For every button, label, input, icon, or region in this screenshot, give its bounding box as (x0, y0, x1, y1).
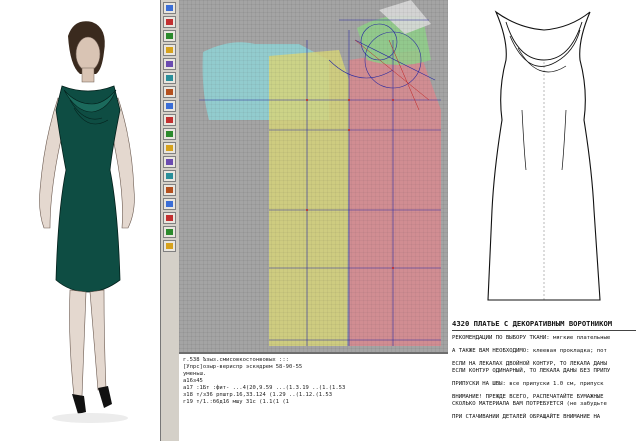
move-tool-icon[interactable] (163, 100, 176, 112)
cut-tool-icon[interactable] (163, 114, 176, 126)
model-title: 4320 ПЛАТЬЕ С ДЕКОРАТИВНЫМ ВОРОТНИКОМ (452, 316, 636, 331)
point-tool-icon[interactable] (163, 16, 176, 28)
line-tool-icon[interactable] (163, 30, 176, 42)
console-line: уменьш. (183, 371, 207, 377)
instructions-text: 4320 ПЛАТЬЕ С ДЕКОРАТИВНЫМ ВОРОТНИКОМ РЕ… (448, 316, 640, 441)
mirror-tool-icon[interactable] (163, 86, 176, 98)
curve-tool-icon[interactable] (163, 44, 176, 56)
technical-sheet: 4320 ПЛАТЬЕ С ДЕКОРАТИВНЫМ ВОРОТНИКОМ РЕ… (448, 0, 640, 441)
console-line: г19 т/1.:б6д16 мшу 31с (1.1(1 (1 (183, 399, 289, 405)
spec-line: ЕСЛИ КОНТУР ОДИНАРНЫЙ, ТО ЛЕКАЛА ДАНЫ БЕ… (452, 368, 611, 374)
dress (55, 85, 121, 293)
console-line: а16з45 (183, 378, 203, 384)
dart-tool-icon[interactable] (163, 128, 176, 140)
layer-tool-icon[interactable] (163, 212, 176, 224)
export-tool-icon[interactable] (163, 240, 176, 252)
text-tool-icon[interactable] (163, 156, 176, 168)
model-figure (39, 21, 135, 423)
tool-palette (161, 0, 180, 441)
console-line: з18 т/з36 рпштр.16,33.124 (1.29 ..(1.12.… (183, 392, 333, 398)
right-leg (89, 289, 107, 391)
spec-line: РЕКОМЕНДАЦИИ ПО ВЫБОРУ ТКАНИ: мягкие пла… (452, 335, 611, 341)
spec-line: ПРИПУСКИ НА ШВЫ: все припуски 1.0 см, пр… (452, 381, 604, 387)
spec-line: А ТАКЖЕ ВАМ НЕОБХОДИМО: клеевая прокладк… (452, 348, 607, 354)
dress-flat-sketch (487, 10, 601, 301)
zoom-tool-icon[interactable] (163, 170, 176, 182)
rotate-tool-icon[interactable] (163, 72, 176, 84)
select-tool-icon[interactable] (163, 2, 176, 14)
spec-line: ПРИ СТАЧИВАНИИ ДЕТАЛЕЙ ОБРАЩАЙТЕ ВНИМАНИ… (452, 414, 601, 420)
console-line: [Упрс]озыр-вериспр эскядрем 58-90-55 (183, 364, 303, 370)
measure-tool-icon[interactable] (163, 58, 176, 70)
cad-window: г.538 Ъзыз.смисовкостонвовых ::: [Упрс]о… (160, 0, 450, 441)
grid-tool-icon[interactable] (163, 198, 176, 210)
spec-line: СКОЛЬКО МАТЕРИАЛА ВАМ ПОТРЕБУЕТСЯ (не за… (452, 401, 607, 407)
grade-tool-icon[interactable] (163, 142, 176, 154)
right-shoe (98, 386, 112, 408)
print-tool-icon[interactable] (163, 226, 176, 238)
floor-shadow (52, 413, 128, 423)
left-shoe (72, 394, 86, 414)
spec-line: ВНИМАНИЕ! ПРЕЖДЕ ВСЕГО, РАСПЕЧАТАЙТЕ БУМ… (452, 394, 604, 400)
command-console[interactable]: г.538 Ъзыз.смисовкостонвовых ::: [Упрс]о… (179, 352, 449, 441)
pattern-canvas[interactable] (179, 0, 449, 352)
spec-line: ЕСЛИ НА ЛЕКАЛАХ ДВОЙНОЙ КОНТУР, ТО ЛЕКАЛ… (452, 361, 607, 367)
pan-tool-icon[interactable] (163, 184, 176, 196)
console-line: а17 :1Бт :фит- ...4(20,9.59 ...(1.3.19 .… (183, 385, 346, 391)
console-line: г.538 Ъзыз.смисовкостонвовых ::: (183, 357, 289, 363)
neck (81, 67, 95, 83)
model-illustration (0, 0, 160, 441)
left-leg (69, 289, 87, 397)
face (75, 36, 101, 72)
